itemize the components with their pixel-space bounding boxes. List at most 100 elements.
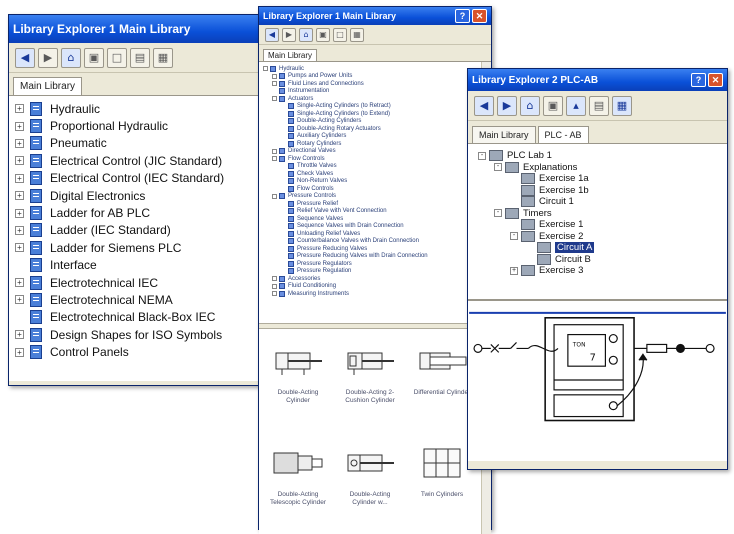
tree-item[interactable]: Pressure Reducing Valves with Drain Conn… (263, 253, 487, 261)
tree-item[interactable]: Pressure Regulators (263, 260, 487, 268)
tree-item[interactable]: Sequence Valves (263, 215, 487, 223)
component-thumbnail[interactable]: Differential Cylinder (409, 335, 475, 427)
network-icon[interactable]: ▴ (566, 95, 586, 116)
library-item[interactable]: + Proportional Hydraulic (15, 117, 264, 134)
home-icon[interactable]: ⌂ (61, 47, 81, 68)
tree-item[interactable]: Sequence Valves with Drain Connection (263, 223, 487, 231)
library-item[interactable]: + Electrotechnical IEC (15, 274, 264, 291)
component-thumbnail[interactable]: Double-Acting Telescopic Cylinder (265, 437, 331, 529)
library-item[interactable]: + Electrical Control (IEC Standard) (15, 170, 264, 187)
library-item[interactable]: Interface (15, 257, 264, 274)
tree-item[interactable]: Pressure Controls (263, 193, 487, 201)
expand-icon[interactable]: + (15, 104, 24, 114)
tree-item[interactable]: Relief Valve with Vent Connection (263, 208, 487, 216)
tree-item[interactable]: Hydraulic (263, 65, 487, 73)
tree-item[interactable]: Unloading Relief Valves (263, 230, 487, 238)
delete-icon[interactable]: ▦ (350, 27, 364, 42)
tree-item[interactable]: Fluid Conditioning (263, 283, 487, 291)
tree-item[interactable]: Auxiliary Cylinders (263, 133, 487, 141)
save-icon[interactable]: ▣ (316, 27, 330, 42)
paste-icon[interactable]: ▤ (130, 47, 150, 68)
tree-item[interactable]: Check Valves (263, 170, 487, 178)
tree-item[interactable]: Directional Valves (263, 148, 487, 156)
new-folder-icon[interactable]: □ (107, 47, 127, 68)
back-icon[interactable]: ◀ (474, 95, 494, 116)
tab-main-library[interactable]: Main Library (472, 126, 536, 143)
expand-icon[interactable]: + (15, 243, 24, 253)
expand-icon[interactable] (272, 156, 277, 162)
tree-item[interactable]: Exercise 1b (478, 184, 717, 197)
tree-item[interactable]: Accessories (263, 275, 487, 283)
tree-item[interactable]: Pressure Relief (263, 200, 487, 208)
tree-item[interactable]: Counterbalance Valves with Drain Connect… (263, 238, 487, 246)
tree-item[interactable]: Fluid Lines and Connections (263, 80, 487, 88)
tree-item[interactable]: Non-Return Valves (263, 178, 487, 186)
tree-item[interactable]: Circuit 1 (478, 196, 717, 208)
close-icon[interactable]: ✕ (472, 9, 487, 23)
tree-item[interactable]: - PLC Lab 1 (478, 150, 717, 162)
tree-item[interactable]: Pressure Regulation (263, 268, 487, 276)
expand-icon[interactable]: + (15, 347, 24, 357)
tree-item[interactable]: Flow Controls (263, 185, 487, 193)
library-item[interactable]: + Digital Electronics (15, 187, 264, 204)
tree-item[interactable]: Measuring Instruments (263, 290, 487, 298)
component-thumbnail[interactable]: Twin Cylinders (409, 437, 475, 529)
tree-item[interactable]: Flow Controls (263, 155, 487, 163)
tree-item[interactable]: Exercise 1 (478, 219, 717, 231)
tree-item[interactable]: Pumps and Power Units (263, 73, 487, 81)
forward-icon[interactable]: ▶ (497, 95, 517, 116)
component-thumbnail[interactable]: Double-Acting Cylinder (265, 335, 331, 427)
delete-icon[interactable]: ▦ (153, 47, 173, 68)
library-item[interactable]: + Design Shapes for ISO Symbols (15, 326, 264, 343)
tab-main-library[interactable]: Main Library (263, 49, 318, 61)
tree-item[interactable]: Exercise 1a (478, 173, 717, 185)
home-icon[interactable]: ⌂ (520, 95, 540, 116)
tree-item[interactable]: Circuit A (478, 242, 717, 254)
help-icon[interactable]: ? (455, 9, 470, 23)
library-item[interactable]: + Hydraulic (15, 100, 264, 117)
expand-icon[interactable]: + (15, 278, 24, 288)
expand-icon[interactable] (272, 276, 277, 282)
expand-icon[interactable]: + (15, 191, 24, 201)
expand-icon[interactable]: + (15, 330, 24, 340)
tree-item[interactable]: Double-Acting Cylinders (263, 118, 487, 126)
library-item[interactable]: + Electrical Control (JIC Standard) (15, 152, 264, 169)
expand-icon[interactable] (272, 96, 277, 102)
back-icon[interactable]: ◀ (265, 27, 279, 42)
new-folder-icon[interactable]: □ (333, 27, 347, 42)
expand-icon[interactable] (263, 66, 268, 72)
tree-item[interactable]: Circuit B (478, 253, 717, 266)
expand-icon[interactable] (272, 148, 277, 154)
tab-main-library[interactable]: Main Library (13, 77, 83, 95)
paste-icon[interactable]: ▤ (589, 95, 609, 116)
home-icon[interactable]: ⌂ (299, 27, 313, 42)
expand-icon[interactable]: + (15, 156, 24, 166)
title-bar[interactable]: Library Explorer 2 PLC-AB ? ✕ (468, 69, 727, 91)
library-item[interactable]: Electrotechnical Black-Box IEC (15, 309, 264, 326)
expand-icon[interactable]: + (15, 138, 24, 148)
component-thumbnail[interactable]: Double-Acting Cylinder w... (337, 437, 403, 529)
forward-icon[interactable]: ▶ (38, 47, 58, 68)
component-thumbnail[interactable]: Double-Acting 2-Cushion Cylinder (337, 335, 403, 427)
tree-item[interactable]: + Exercise 3 (478, 265, 717, 277)
tree-item[interactable]: Single-Acting Cylinders (to Retract) (263, 103, 487, 111)
library-item[interactable]: + Ladder for Siemens PLC (15, 239, 264, 256)
delete-icon[interactable]: ▦ (612, 95, 632, 116)
tab-plc-ab[interactable]: PLC - AB (537, 126, 589, 143)
expand-icon[interactable] (272, 81, 277, 87)
save-icon[interactable]: ▣ (84, 47, 104, 68)
expand-icon[interactable]: - (510, 232, 518, 241)
tree-item[interactable]: - Exercise 2 (478, 230, 717, 243)
expand-icon[interactable] (272, 283, 277, 289)
tree-item[interactable]: - Explanations (478, 161, 717, 174)
library-item[interactable]: + Electrotechnical NEMA (15, 291, 264, 308)
expand-icon[interactable]: + (15, 225, 24, 235)
close-icon[interactable]: ✕ (708, 73, 723, 87)
tree-item[interactable]: Rotary Cylinders (263, 140, 487, 148)
back-icon[interactable]: ◀ (15, 47, 35, 68)
tree-item[interactable]: Single-Acting Cylinders (to Extend) (263, 110, 487, 118)
expand-icon[interactable]: + (15, 295, 24, 305)
expand-icon[interactable]: - (494, 163, 502, 172)
expand-icon[interactable]: - (494, 209, 502, 218)
save-icon[interactable]: ▣ (543, 95, 563, 116)
